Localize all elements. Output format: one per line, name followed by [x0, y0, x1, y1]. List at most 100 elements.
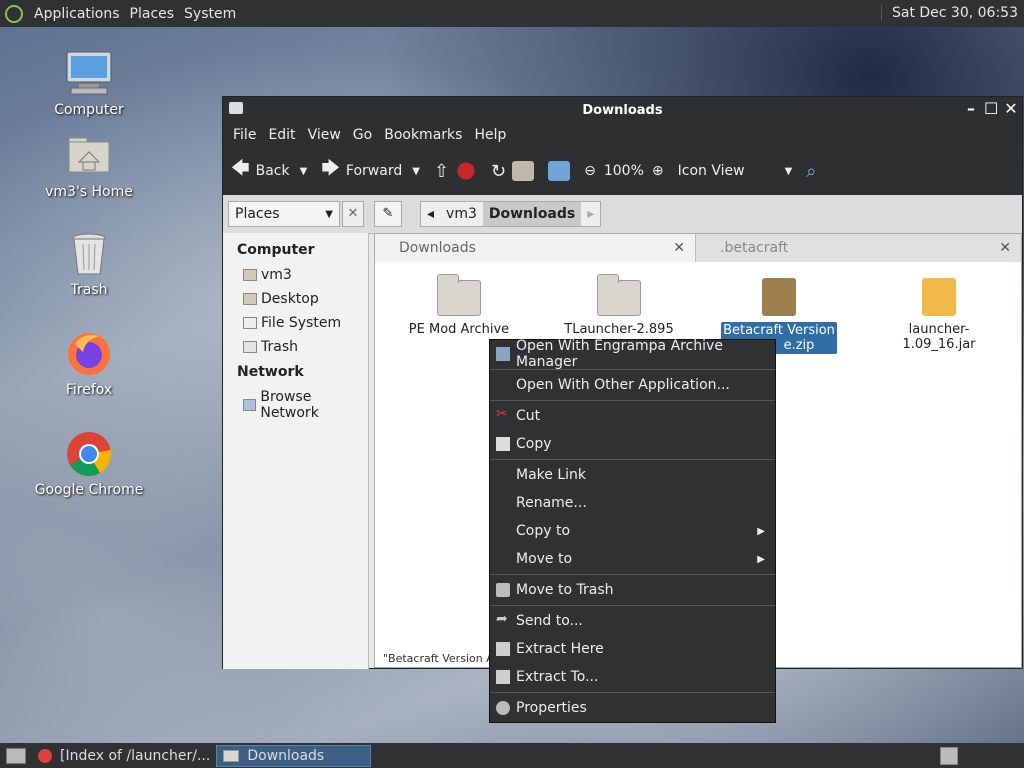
close-tab-icon[interactable]: ✕ [999, 234, 1011, 262]
places-select[interactable]: Places ▼ [228, 201, 340, 227]
minimize-button[interactable]: – [964, 100, 978, 118]
edit-location-button[interactable]: ✎ [374, 201, 402, 227]
breadcrumb-downloads[interactable]: Downloads [482, 202, 582, 226]
file-label: PE Mod Archive [408, 322, 510, 337]
menu-item-open-with-other[interactable]: Open With Other Application... [490, 371, 775, 399]
menu-item-properties[interactable]: Properties [490, 694, 775, 722]
sidebar-item-file-system[interactable]: File System [223, 311, 368, 335]
menu-item-extract-here[interactable]: Extract Here [490, 635, 775, 663]
menu-item-rename[interactable]: Rename... [490, 489, 775, 517]
trash-icon [496, 583, 510, 597]
menu-item-copy[interactable]: Copy [490, 430, 775, 458]
copy-icon [496, 437, 510, 451]
menu-edit[interactable]: Edit [262, 127, 301, 143]
sidebar-item-browse-network[interactable]: Browse Network [223, 385, 368, 425]
submenu-arrow-icon: ▶ [757, 553, 765, 565]
menu-item-cut[interactable]: ✂ Cut [490, 402, 775, 430]
back-history-dropdown-icon[interactable]: ▼ [300, 166, 308, 177]
menu-go[interactable]: Go [347, 127, 378, 143]
menu-item-make-link[interactable]: Make Link [490, 461, 775, 489]
tab-downloads[interactable]: Downloads ✕ [375, 234, 697, 262]
search-icon[interactable]: ⌕ [806, 161, 816, 182]
send-icon: ➦ [496, 611, 508, 627]
mate-logo-icon[interactable] [5, 4, 23, 23]
submenu-arrow-icon: ▶ [757, 525, 765, 537]
menu-item-open-with-engrampa[interactable]: Open With Engrampa Archive Manager [490, 338, 775, 370]
chrome-icon [65, 430, 113, 478]
chrome-icon [38, 748, 52, 763]
tab-betacraft[interactable]: .betacraft ✕ [696, 234, 1021, 262]
close-button[interactable]: ✕ [1004, 100, 1018, 118]
menu-file[interactable]: File [227, 127, 262, 143]
places-menu[interactable]: Places [125, 6, 180, 22]
sidebar-heading-network: Network [237, 364, 304, 380]
desktop-icon-firefox[interactable]: Firefox [34, 330, 144, 398]
file-item[interactable]: launcher-1.09_16.jar [879, 268, 999, 352]
menu-bookmarks[interactable]: Bookmarks [378, 127, 468, 143]
applications-menu[interactable]: Applications [29, 6, 125, 22]
desktop-icon-label: Google Chrome [34, 482, 144, 498]
window-folder-icon [229, 102, 243, 114]
menu-separator [490, 459, 775, 460]
desktop-icon-home[interactable]: vm3's Home [34, 132, 144, 200]
task-downloads[interactable]: Downloads [216, 744, 372, 767]
task-browser[interactable]: [Index of /launcher/... [32, 745, 216, 767]
trash-icon [65, 230, 113, 278]
close-tab-icon[interactable]: ✕ [673, 234, 685, 262]
up-arrow-icon[interactable]: ⇧ [434, 161, 449, 182]
show-desktop-icon[interactable] [0, 745, 32, 767]
computer-icon [65, 50, 113, 98]
file-item[interactable]: TLauncher-2.895 [559, 268, 679, 337]
sidebar-item-trash[interactable]: Trash [223, 335, 368, 359]
breadcrumb-right-icon[interactable]: ▸ [581, 202, 600, 226]
zoom-out-icon[interactable]: ⊖ [584, 163, 596, 179]
toolbar: 🡄 Back ▼ 🡆 Forward ▼ ⇧ ↻ ⊖ 100% ⊕ Icon V… [223, 147, 1022, 195]
maximize-button[interactable]: ☐ [984, 100, 998, 118]
breadcrumb-left-icon[interactable]: ◂ [421, 202, 440, 226]
menu-view[interactable]: View [302, 127, 347, 143]
taskbar: [Index of /launcher/... Downloads [0, 743, 1024, 768]
close-sidebar-icon[interactable]: ✕ [342, 201, 364, 227]
drive-icon [243, 317, 257, 329]
system-menu[interactable]: System [179, 6, 241, 22]
forward-button[interactable]: 🡆 Forward ▼ [321, 156, 420, 186]
home-folder-icon [65, 132, 113, 180]
desktop-icon-label: vm3's Home [45, 184, 133, 200]
network-icon [243, 399, 257, 411]
menu-item-send-to[interactable]: ➦ Send to... [490, 607, 775, 635]
menu-help[interactable]: Help [468, 127, 512, 143]
stop-icon[interactable] [455, 161, 478, 181]
sidebar-item-desktop[interactable]: Desktop [223, 287, 368, 311]
menu-item-copy-to[interactable]: Copy to ▶ [490, 517, 775, 545]
view-mode-select[interactable]: Icon View ▼ [678, 163, 793, 179]
properties-icon [496, 701, 510, 715]
breadcrumb-vm3[interactable]: vm3 [440, 202, 483, 226]
menu-separator [490, 605, 775, 606]
sidebar-heading-computer: Computer [237, 242, 315, 258]
sidebar-item-vm3[interactable]: vm3 [223, 263, 368, 287]
menu-item-extract-to[interactable]: Extract To... [490, 663, 775, 691]
file-item[interactable]: PE Mod Archive [399, 268, 519, 337]
back-button[interactable]: 🡄 Back ▼ [231, 156, 307, 186]
sidebar: Computer vm3 Desktop File System Trash N… [223, 233, 369, 669]
window-titlebar[interactable]: Downloads – ☐ ✕ [223, 97, 1022, 123]
workspace-switcher[interactable] [940, 747, 958, 765]
menu-item-move-to[interactable]: Move to ▶ [490, 545, 775, 573]
file-label: TLauncher-2.895 [564, 322, 674, 337]
desktop-icon-trash[interactable]: Trash [34, 230, 144, 298]
home-icon[interactable] [512, 161, 535, 181]
folder-icon [243, 293, 257, 305]
forward-history-dropdown-icon[interactable]: ▼ [412, 166, 420, 177]
pencil-icon: ✎ [382, 206, 394, 221]
computer-location-icon[interactable] [548, 161, 571, 181]
zoom-in-icon[interactable]: ⊕ [652, 163, 664, 179]
zoom-level: 100% [603, 163, 644, 179]
desktop-icon-chrome[interactable]: Google Chrome [34, 430, 144, 498]
clock[interactable]: Sat Dec 30, 06:53 [880, 5, 1018, 21]
desktop-icon-computer[interactable]: Computer [34, 50, 144, 118]
menubar: File Edit View Go Bookmarks Help [223, 123, 1022, 147]
menu-item-move-to-trash[interactable]: Move to Trash [490, 576, 775, 604]
scissors-icon: ✂ [496, 406, 508, 422]
reload-icon[interactable]: ↻ [491, 161, 506, 182]
desktop-icon-label: Trash [70, 282, 108, 298]
